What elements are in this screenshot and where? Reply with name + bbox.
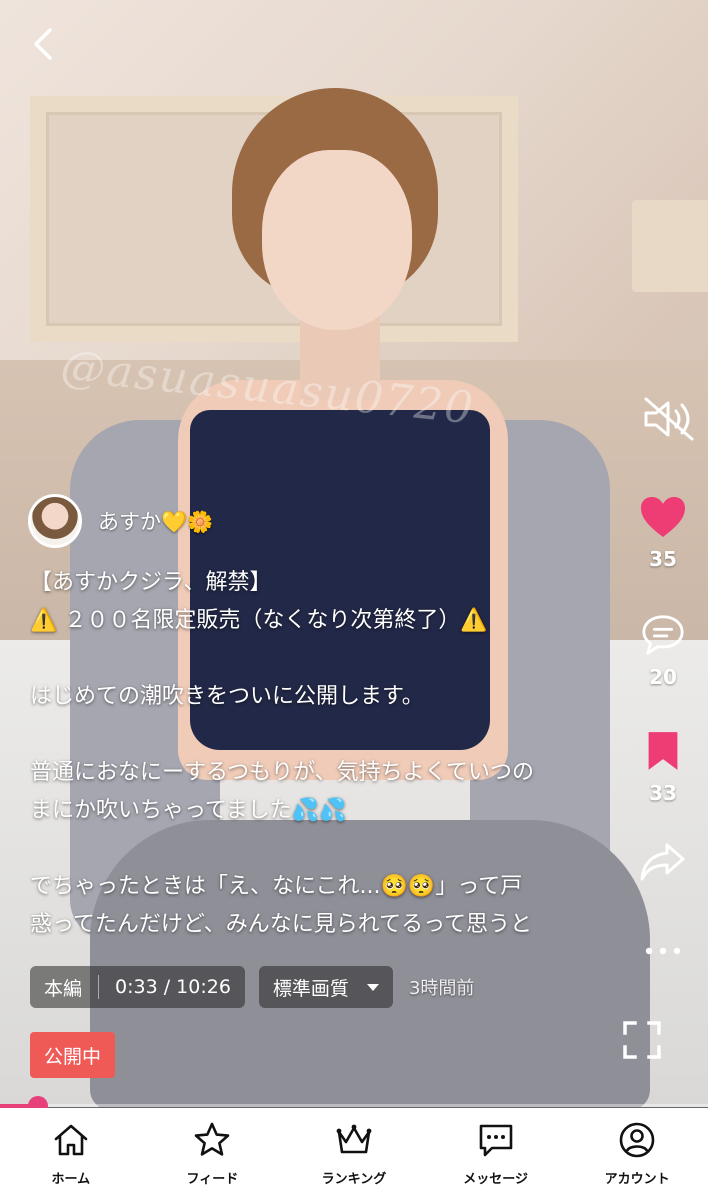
fullscreen-button[interactable] xyxy=(622,1020,662,1060)
star-icon xyxy=(195,1122,230,1156)
caption-line xyxy=(30,716,590,754)
caption-line: まにか吹いちゃってました💦💦 xyxy=(30,798,347,823)
share-button[interactable] xyxy=(618,841,708,887)
bottom-tab-bar: ホーム フィード ランキング メッセージ アカウント xyxy=(0,1108,708,1200)
caption-line: 惑ってたんだけど、みんなに見られてるって思うと xyxy=(30,912,533,937)
caption-line: はじめての潮吹きをついに公開します。 xyxy=(30,684,424,709)
more-dots-icon xyxy=(645,947,681,955)
crown-icon xyxy=(336,1124,372,1154)
playback-time: 0:33 / 10:26 xyxy=(115,976,231,998)
tab-label: アカウント xyxy=(604,1172,670,1187)
caption-line: でちゃったときは「え、なにこれ...🥺🥺」って戸 xyxy=(30,874,523,899)
tab-label: フィード xyxy=(186,1172,239,1187)
back-button[interactable] xyxy=(26,26,62,62)
person-face xyxy=(262,150,412,330)
avatar[interactable] xyxy=(28,494,82,548)
home-icon xyxy=(54,1124,88,1156)
like-count: 35 xyxy=(649,547,677,571)
tab-messages[interactable]: メッセージ xyxy=(425,1108,567,1200)
like-button[interactable]: 35 xyxy=(618,495,708,571)
background-shelf xyxy=(632,200,708,292)
tab-label: ホーム xyxy=(51,1172,91,1187)
heart-icon xyxy=(641,497,685,537)
comment-button[interactable]: 20 xyxy=(618,613,708,689)
message-icon xyxy=(479,1124,512,1157)
author-name[interactable]: あすか💛🌼 xyxy=(98,506,213,536)
comment-count: 20 xyxy=(649,665,677,689)
posted-time: 3時間前 xyxy=(408,978,475,999)
speaker-muted-icon xyxy=(644,397,694,441)
tab-home[interactable]: ホーム xyxy=(0,1108,142,1200)
bookmark-count: 33 xyxy=(649,781,677,805)
bookmark-icon xyxy=(648,732,678,770)
quality-select[interactable]: 標準画質 xyxy=(258,966,393,1008)
divider xyxy=(98,975,100,999)
status-badge: 公開中 xyxy=(30,1032,116,1078)
video-player[interactable]: @asuasuasu0720 35 20 33 あすか💛🌼 【あすかクジラ、解禁… xyxy=(0,0,708,1107)
fullscreen-icon xyxy=(623,1021,661,1059)
playback-time-chip: 本編 0:33 / 10:26 xyxy=(30,966,245,1008)
author-info[interactable]: あすか💛🌼 xyxy=(28,494,213,548)
quality-label: 標準画質 xyxy=(272,977,349,1000)
video-caption[interactable]: 【あすかクジラ、解禁】 ⚠️ ２００名限定販売（なくなり次第終了）⚠️ はじめて… xyxy=(30,564,590,946)
caption-line: 【あすかクジラ、解禁】 xyxy=(30,570,272,595)
tab-ranking[interactable]: ランキング xyxy=(283,1108,425,1200)
caret-down-icon xyxy=(366,983,379,991)
more-button[interactable] xyxy=(618,941,708,960)
caption-line xyxy=(30,830,590,868)
part-label: 本編 xyxy=(44,977,83,1000)
comment-icon xyxy=(642,615,684,655)
account-icon xyxy=(619,1122,655,1158)
mute-button[interactable] xyxy=(618,395,708,447)
player-meta-row: 本編 0:33 / 10:26 標準画質 3時間前 xyxy=(30,966,474,1008)
tab-label: ランキング xyxy=(321,1172,387,1187)
tab-label: メッセージ xyxy=(463,1172,528,1187)
tab-feed[interactable]: フィード xyxy=(142,1108,284,1200)
tab-account[interactable]: アカウント xyxy=(566,1108,708,1200)
share-icon xyxy=(640,843,685,881)
caption-line: 普通におなにーするつもりが、気持ちよくていつの xyxy=(30,760,535,785)
bookmark-button[interactable]: 33 xyxy=(618,729,708,805)
caption-line: ⚠️ ２００名限定販売（なくなり次第終了）⚠️ xyxy=(30,608,488,633)
chevron-left-icon xyxy=(34,28,52,60)
caption-line xyxy=(30,640,590,678)
